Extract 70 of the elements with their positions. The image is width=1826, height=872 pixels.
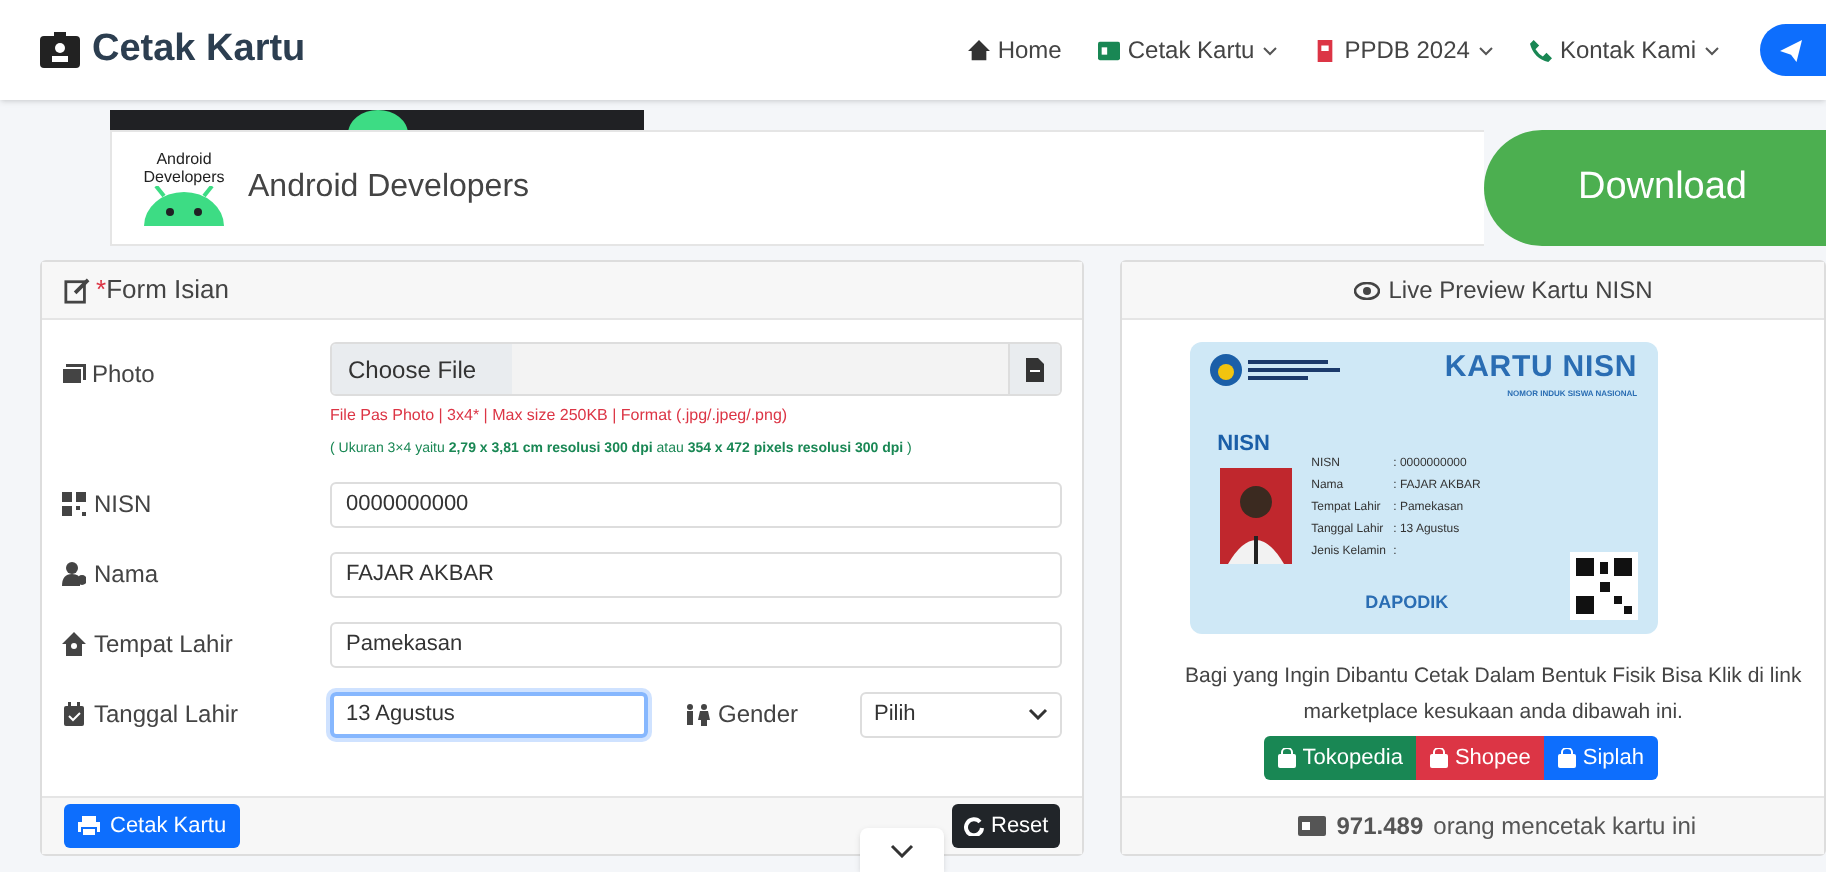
qr-code-icon: [1569, 552, 1638, 620]
file-name-field[interactable]: [512, 344, 1009, 394]
qr-code-icon: [62, 492, 86, 516]
brand-title[interactable]: Cetak Kartu: [92, 21, 306, 79]
field-label: Tempat Lahir: [94, 628, 233, 662]
chevron-down-icon: [1704, 45, 1720, 55]
home-icon: [967, 39, 990, 61]
chevron-down-icon: [1028, 708, 1049, 720]
ministry-name-lines: [1247, 360, 1340, 380]
text-input[interactable]: 13 Agustus: [330, 691, 648, 737]
emblem-icon: [1209, 354, 1242, 386]
chevron-down-icon: [890, 843, 914, 857]
android-head-icon: [347, 110, 407, 130]
shopping-bag-icon: [1278, 748, 1297, 768]
android-icon: [144, 186, 224, 226]
reset-button[interactable]: Reset: [951, 804, 1061, 848]
nav-link[interactable]: PPDB 2024: [1314, 32, 1494, 68]
edit-icon: [64, 277, 90, 303]
gender-select[interactable]: Pilih: [860, 691, 1063, 737]
file-icon: [1026, 357, 1045, 381]
card-heading: KARTU NISN: [1444, 350, 1638, 384]
user-icon: [62, 562, 86, 586]
book-icon: [1314, 39, 1337, 61]
shop-link[interactable]: Tokopedia: [1264, 736, 1417, 780]
field-label: Tanggal Lahir: [94, 698, 239, 732]
field-label: NISN: [94, 488, 152, 522]
chevron-down-icon: [1262, 45, 1279, 55]
id-badge-icon: [40, 32, 80, 68]
send-button[interactable]: [1760, 24, 1826, 76]
paper-plane-icon: [1780, 39, 1802, 61]
form-title: *Form Isian: [96, 272, 229, 309]
choose-file-button[interactable]: Choose File: [332, 344, 512, 394]
ad-logo-text: Android Developers: [141, 150, 227, 186]
photo-hint: File Pas Photo | 3x4* | Max size 250KB | Format (.jpg/.jpeg/.png): [330, 404, 790, 428]
collapse-tab[interactable]: [860, 828, 944, 872]
text-input[interactable]: Pamekasan: [330, 621, 1063, 667]
print-card-button[interactable]: Cetak Kartu: [64, 804, 241, 848]
ad-banner[interactable]: Android Developers Android Developers: [110, 130, 1484, 246]
nav-link[interactable]: Cetak Kartu: [1097, 32, 1279, 68]
student-photo: [1219, 468, 1292, 564]
print-count: 971.489: [1336, 810, 1424, 844]
print-help-text: Bagi yang Ingin Dibantu Cetak Dalam Bentuk Fisik Bisa Klik di link marketplace kesukaan anda dibawah ini.: [1183, 662, 1804, 728]
house-icon: [62, 632, 86, 656]
preview-title: Live Preview Kartu NISN: [1388, 274, 1653, 308]
chevron-down-icon: [1477, 45, 1494, 55]
text-input[interactable]: 0000000000: [330, 481, 1063, 527]
nav-link[interactable]: Home: [967, 32, 1062, 68]
refresh-icon: [963, 816, 983, 836]
id-card-icon: [1298, 816, 1327, 836]
id-card-icon: [1097, 39, 1120, 61]
nav-link[interactable]: Kontak Kami: [1529, 32, 1720, 68]
text-input[interactable]: FAJAR AKBAR: [330, 551, 1063, 597]
images-icon: [62, 364, 86, 384]
nisn-logo: NISN: [1217, 430, 1270, 460]
ad-title: Android Developers: [248, 168, 530, 208]
print-count-text: orang mencetak kartu ini: [1433, 810, 1697, 844]
people-icon: [684, 703, 710, 725]
shop-link[interactable]: Shopee: [1416, 736, 1545, 780]
dapodik-logo: DAPODIK: [1365, 590, 1449, 616]
field-label: Gender: [718, 698, 799, 732]
field-label: Photo: [92, 358, 155, 392]
printer-icon: [78, 816, 100, 836]
eye-icon: [1354, 281, 1381, 299]
phone-icon: [1529, 39, 1552, 61]
shop-link[interactable]: Siplah: [1544, 736, 1658, 780]
calendar-icon: [62, 702, 86, 726]
field-label: Nama: [94, 558, 159, 592]
shopping-bag-icon: [1430, 748, 1449, 768]
shopping-bag-icon: [1558, 748, 1577, 768]
file-input[interactable]: Choose File: [330, 342, 1063, 396]
